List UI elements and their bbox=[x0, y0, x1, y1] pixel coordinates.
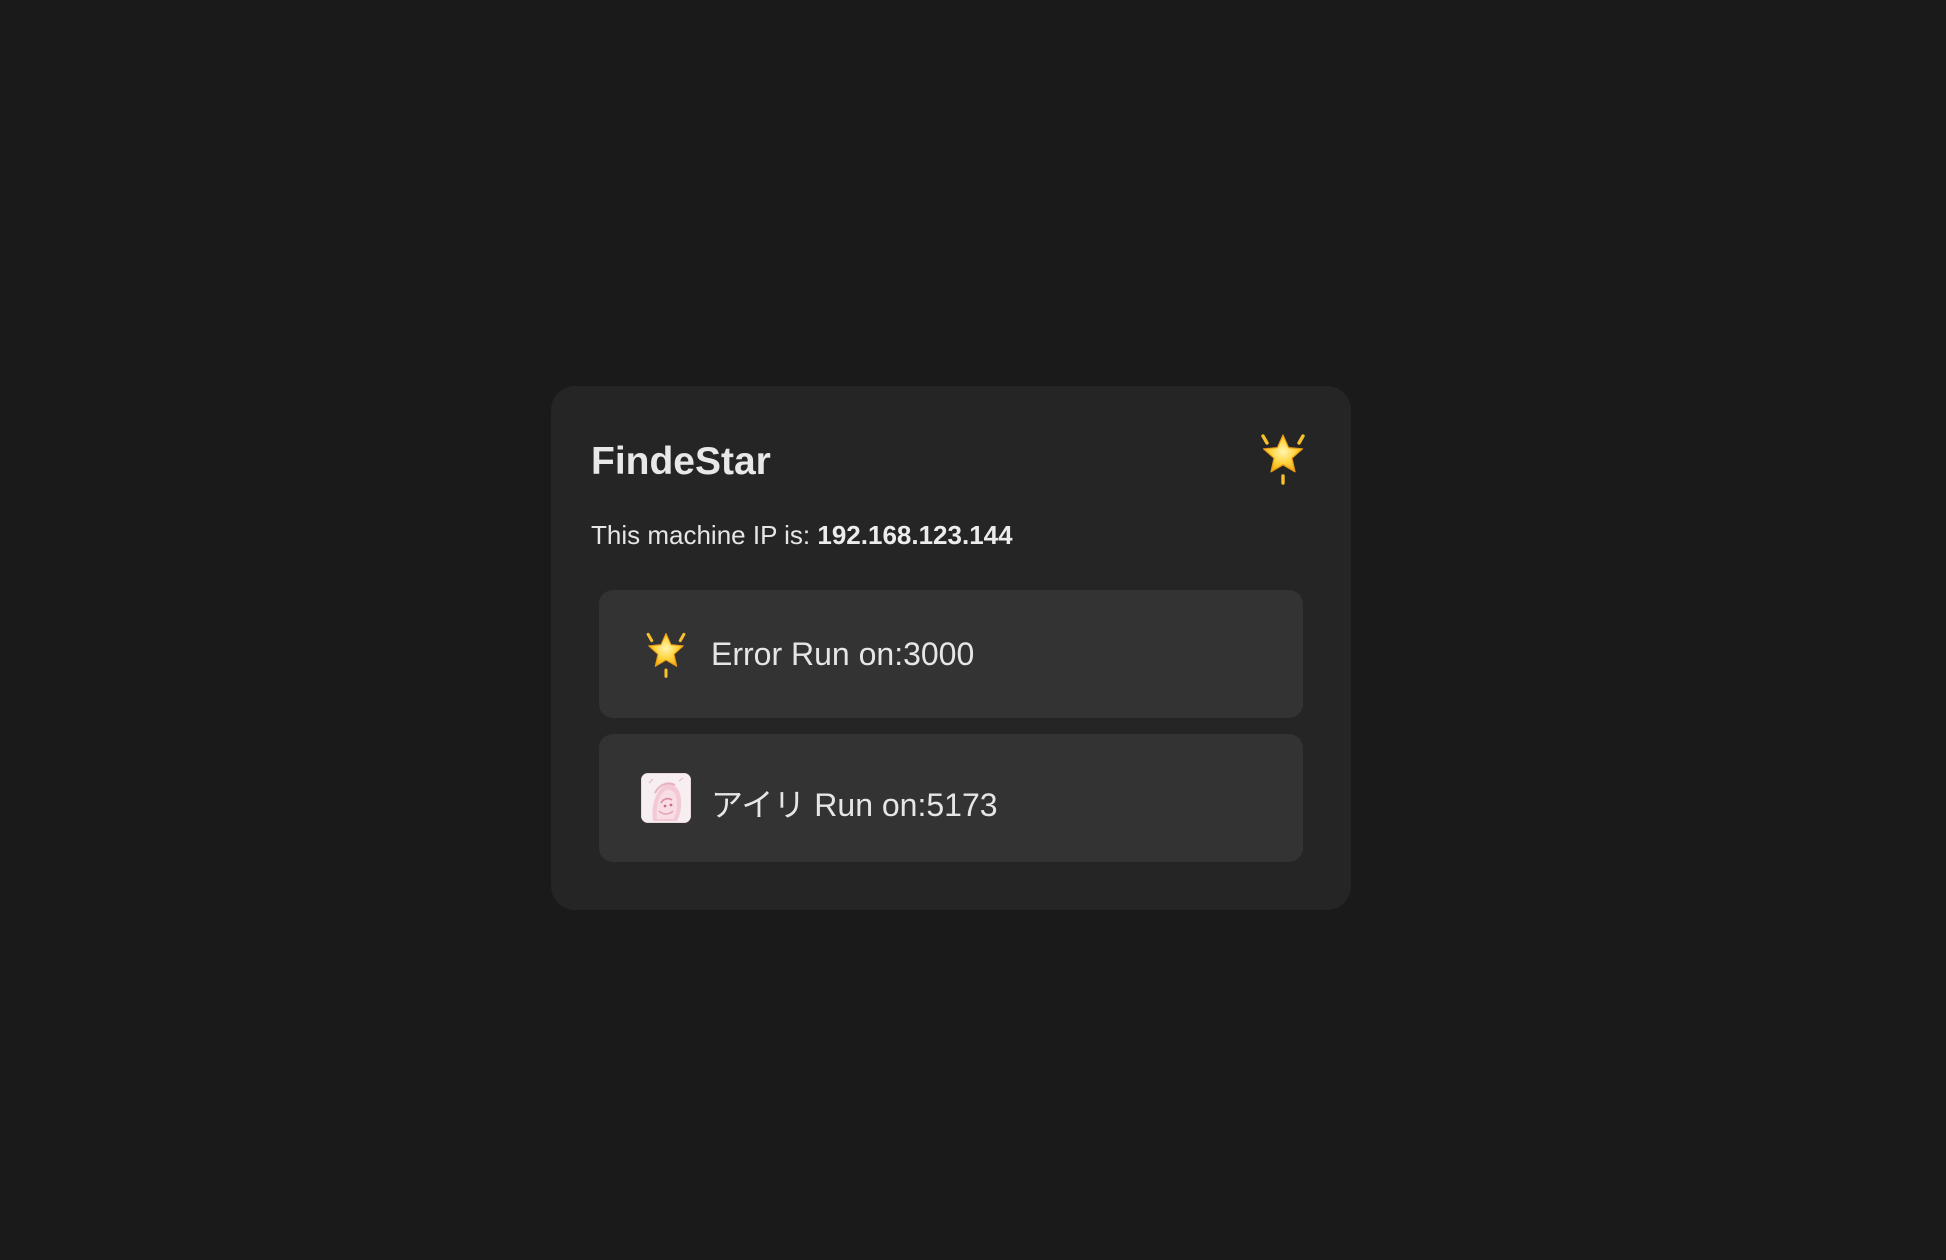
glowing-star-icon bbox=[646, 632, 686, 678]
service-label: アイリ Run on:5173 bbox=[711, 787, 998, 823]
service-item-airi[interactable]: アイリ Run on:5173 bbox=[599, 734, 1303, 862]
glowing-star-icon bbox=[1261, 434, 1305, 485]
service-label: Error Run on:3000 bbox=[711, 636, 975, 672]
ip-label: This machine IP is: bbox=[591, 520, 818, 550]
app-title: FindeStar bbox=[591, 440, 771, 483]
findestar-card: FindeStar This machine IP is: 192.168.12… bbox=[551, 386, 1351, 910]
ip-value: 192.168.123.144 bbox=[817, 520, 1013, 550]
service-item-error[interactable]: Error Run on:3000 bbox=[599, 590, 1303, 718]
anime-avatar-icon bbox=[641, 773, 691, 823]
ip-address-line: This machine IP is: 192.168.123.144 bbox=[591, 520, 1013, 551]
